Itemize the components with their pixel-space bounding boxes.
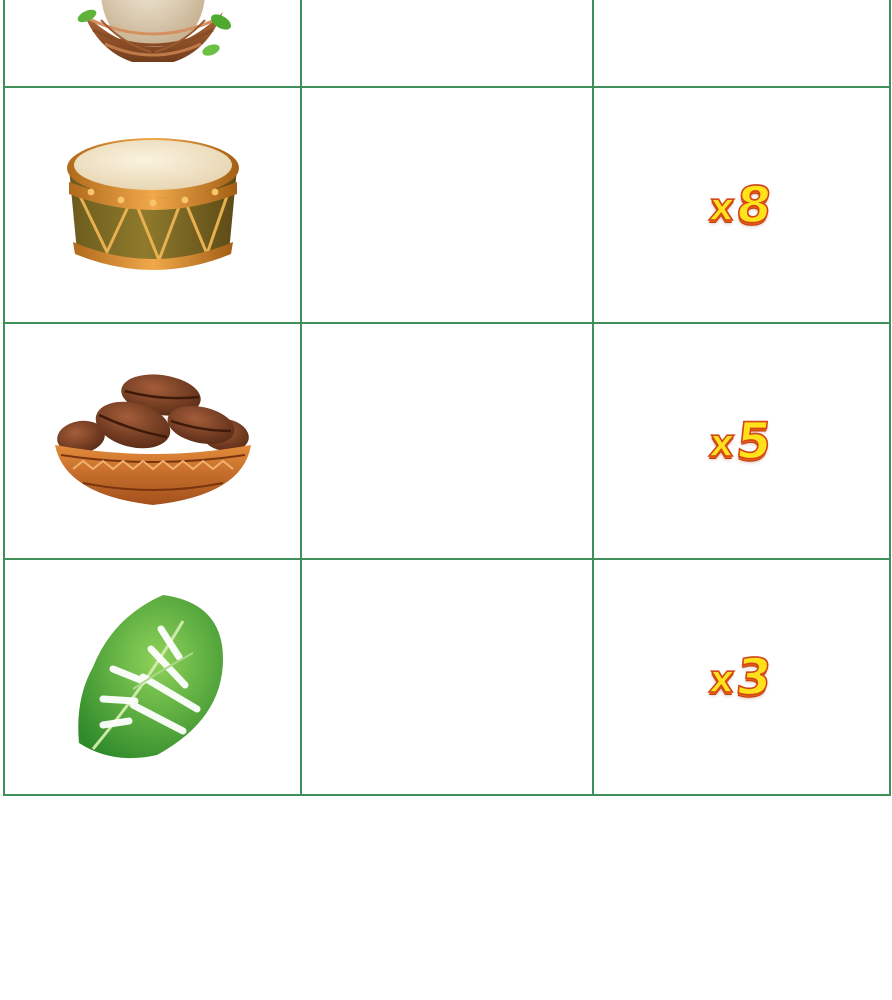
paytable: x8 x5 x3	[2, 0, 892, 796]
coffee-beans-bowl-icon	[54, 374, 251, 505]
multiplier-cell: x8	[591, 86, 892, 324]
multiplier-cell: x3	[591, 558, 892, 796]
multiplier-label: x8	[707, 175, 776, 235]
multiplier-label: x5	[707, 411, 776, 471]
payout-cell	[300, 86, 594, 324]
multiplier-cell: x5	[591, 322, 892, 560]
payout-cell	[300, 558, 594, 796]
multiplier-cell	[591, 0, 892, 88]
paytable-row: x5	[2, 322, 892, 560]
payout-cell	[300, 0, 594, 88]
symbol-cell	[2, 558, 303, 796]
paytable-row: x3	[2, 558, 892, 796]
monstera-leaf-icon	[77, 595, 223, 759]
symbol-cell	[2, 0, 303, 88]
paytable-row: x8	[2, 86, 892, 324]
symbol-cell	[2, 322, 303, 560]
paytable-row	[2, 0, 892, 88]
payout-cell	[300, 322, 594, 560]
nest-with-egg-icon	[77, 0, 231, 62]
multiplier-label: x3	[707, 647, 776, 707]
symbol-cell	[2, 86, 303, 324]
drum-icon	[66, 138, 239, 270]
